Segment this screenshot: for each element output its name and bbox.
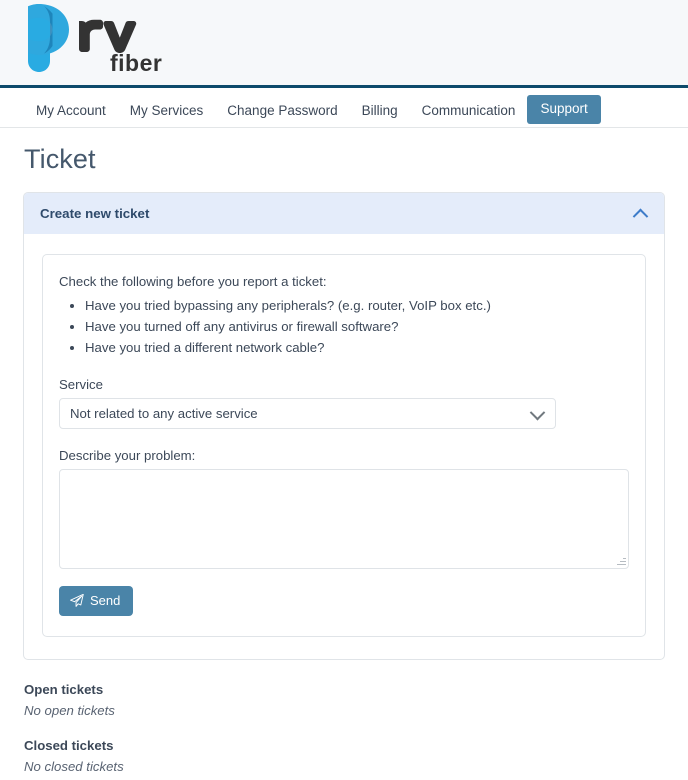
create-ticket-panel-title: Create new ticket xyxy=(40,206,150,221)
ticket-form-card: Check the following before you report a … xyxy=(42,254,646,637)
open-tickets-empty: No open tickets xyxy=(24,702,115,718)
page-title: Ticket xyxy=(24,144,96,174)
service-select[interactable]: Not related to any active service xyxy=(59,397,556,429)
nav-item-communication[interactable]: Communication xyxy=(410,97,528,126)
list-item: Have you turned off any antivirus or fir… xyxy=(85,317,629,337)
open-tickets-title: Open tickets xyxy=(24,681,104,697)
page-body: Ticket Create new ticket Check the follo… xyxy=(0,144,688,774)
main-navigation: My Account My Services Change Password B… xyxy=(0,88,688,128)
send-button[interactable]: Send xyxy=(59,585,134,616)
nav-item-billing[interactable]: Billing xyxy=(350,97,410,126)
pre-report-checklist: Have you tried bypassing any peripherals… xyxy=(59,296,629,358)
describe-problem-wrapper xyxy=(59,468,629,569)
site-header: fiber xyxy=(0,0,688,88)
describe-problem-textarea[interactable] xyxy=(59,468,629,569)
closed-tickets-empty: No closed tickets xyxy=(24,758,124,774)
open-tickets-section: Open tickets No open tickets xyxy=(23,682,665,718)
paper-plane-icon xyxy=(70,593,84,607)
nav-item-my-services[interactable]: My Services xyxy=(118,97,216,126)
service-label: Service xyxy=(59,376,103,392)
closed-tickets-section: Closed tickets No closed tickets xyxy=(23,738,665,774)
checklist-intro: Check the following before you report a … xyxy=(59,274,327,289)
nav-item-change-password[interactable]: Change Password xyxy=(215,97,349,126)
create-ticket-panel-body: Check the following before you report a … xyxy=(24,234,664,659)
create-ticket-panel-header[interactable]: Create new ticket xyxy=(24,193,664,234)
service-select-wrapper: Not related to any active service xyxy=(59,397,556,429)
nav-item-my-account[interactable]: My Account xyxy=(24,97,118,126)
list-item: Have you tried a different network cable… xyxy=(85,338,629,358)
create-ticket-panel: Create new ticket Check the following be… xyxy=(23,192,665,660)
closed-tickets-title: Closed tickets xyxy=(24,737,114,753)
nav-item-support[interactable]: Support xyxy=(527,94,601,124)
list-item: Have you tried bypassing any peripherals… xyxy=(85,296,629,316)
send-button-label: Send xyxy=(90,592,121,608)
svg-text:fiber: fiber xyxy=(110,50,162,76)
prv-fiber-logo[interactable]: fiber xyxy=(22,4,172,82)
chevron-up-icon[interactable] xyxy=(632,208,649,225)
describe-problem-label: Describe your problem: xyxy=(59,447,196,463)
